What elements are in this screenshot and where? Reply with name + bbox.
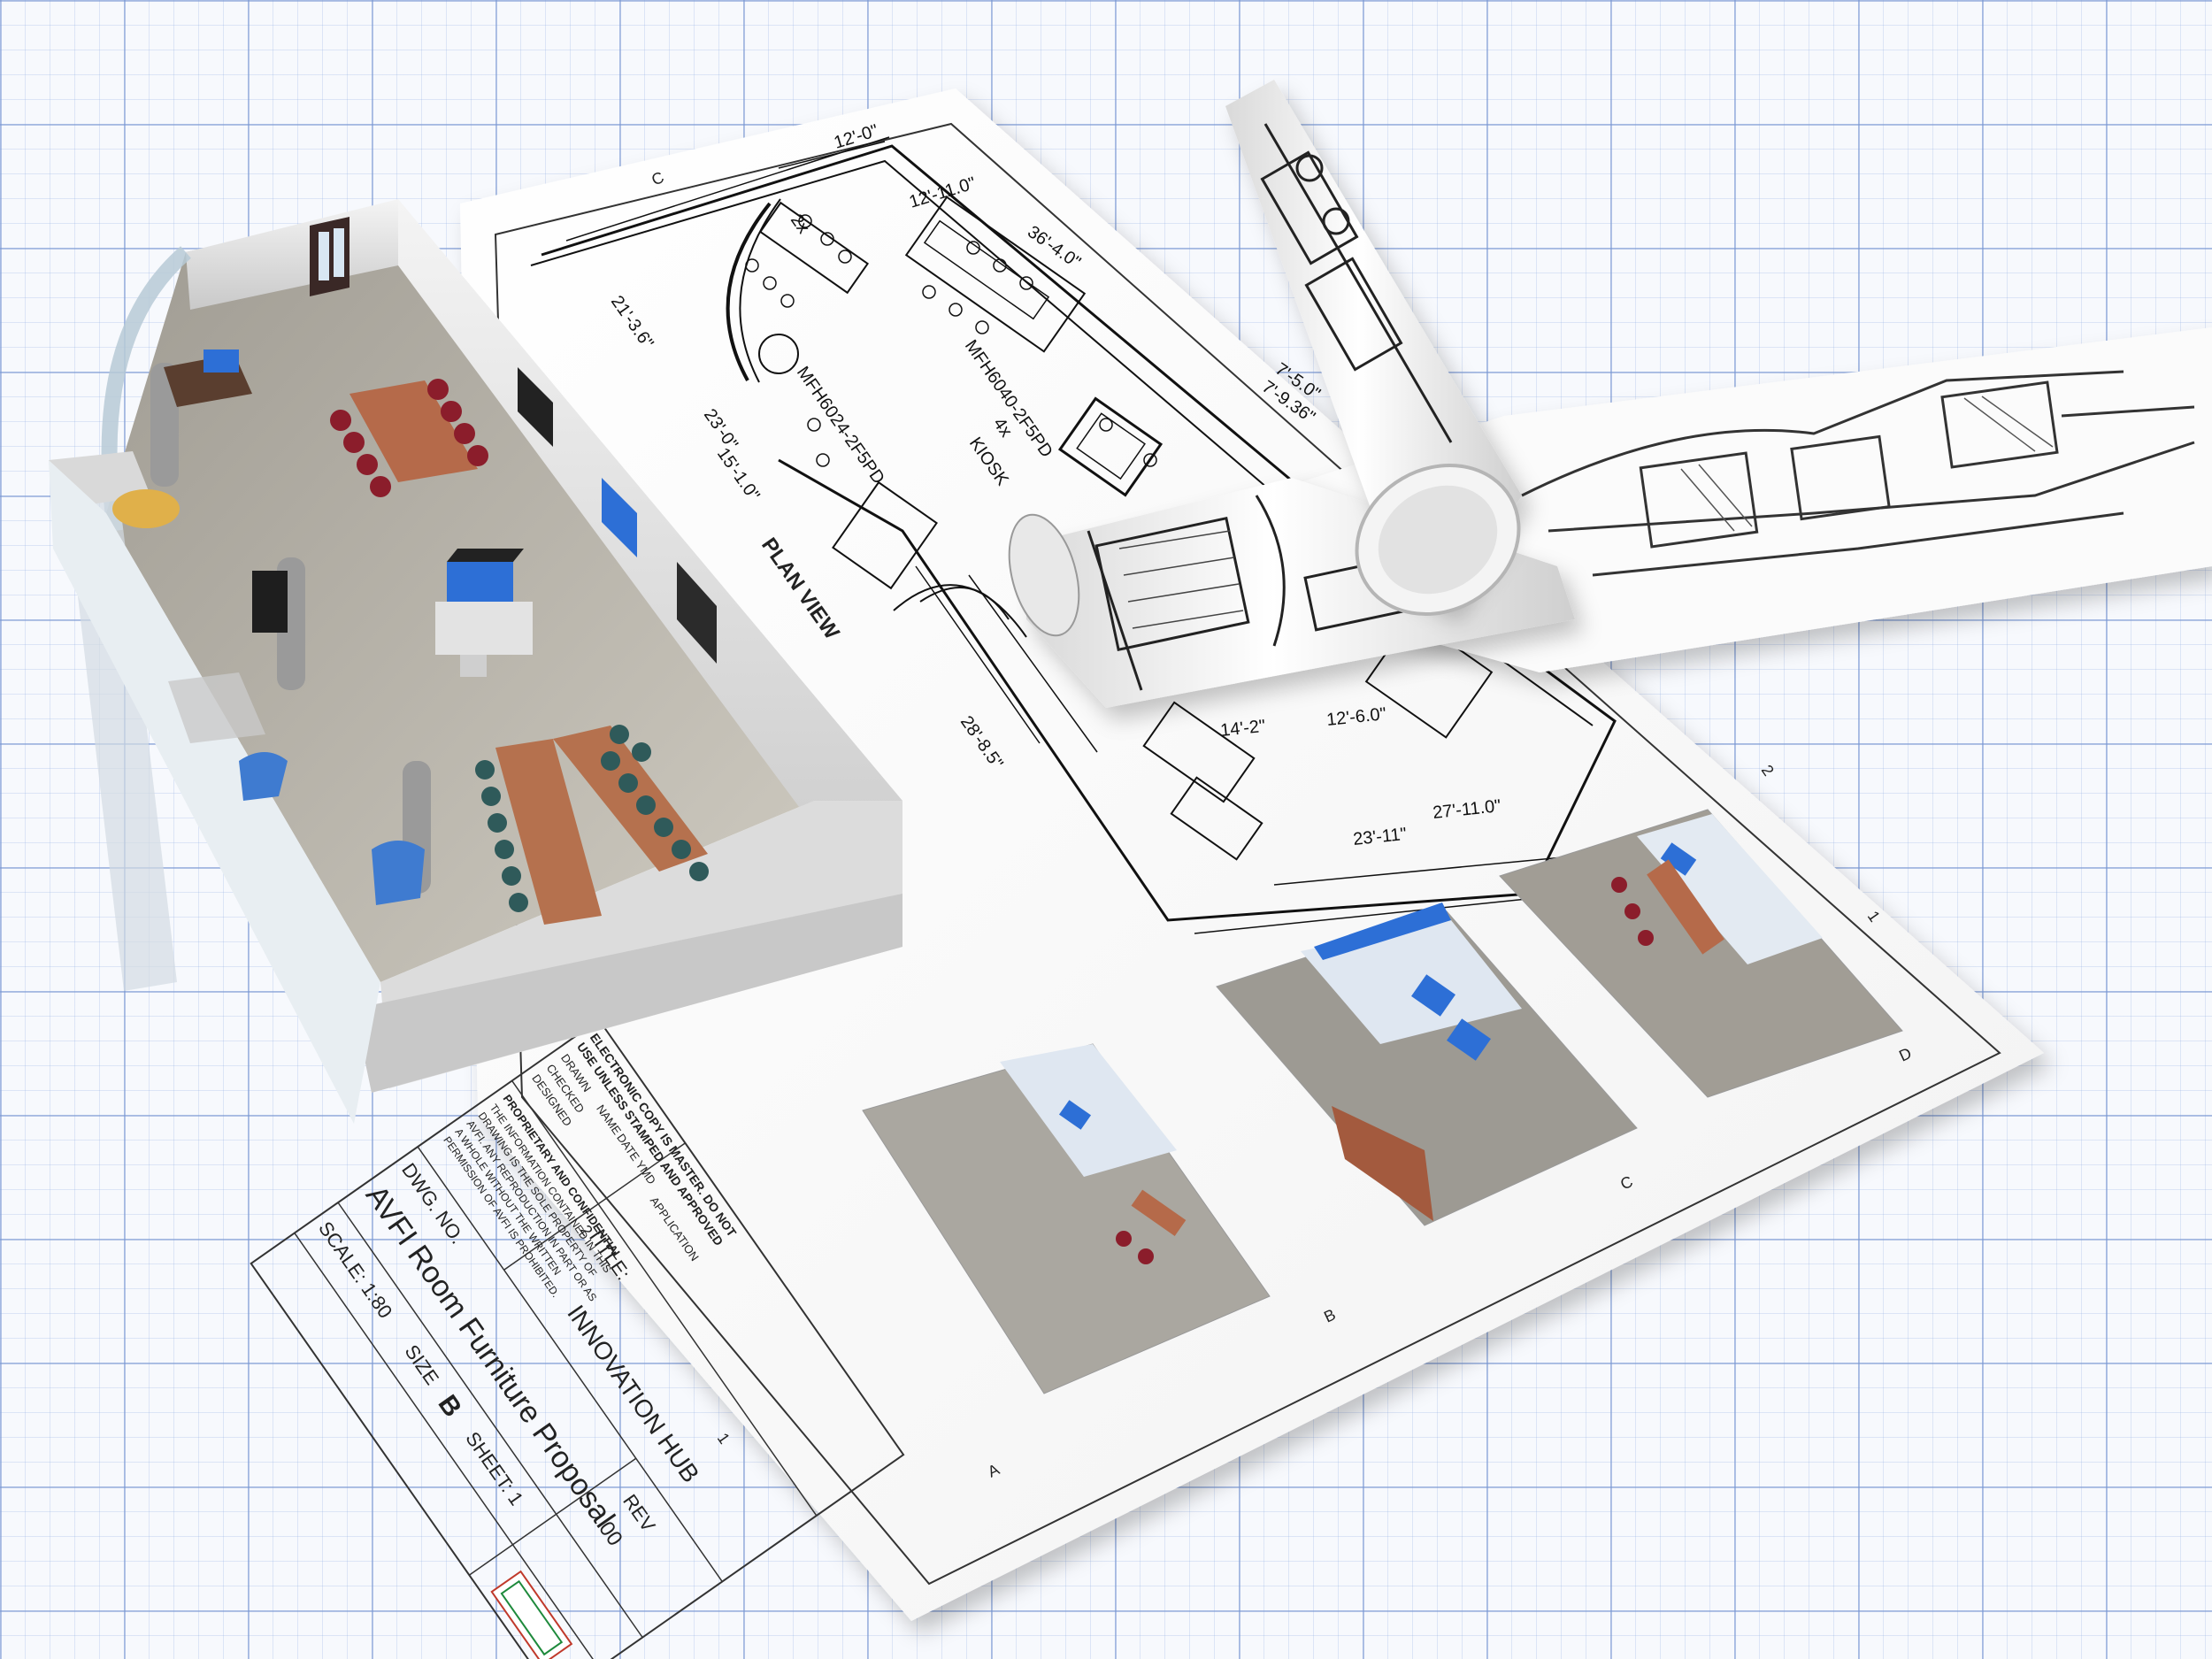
size-label: SIZE [400,1340,443,1388]
size-value: B [433,1390,467,1423]
round-table [112,489,180,528]
desk-monitor [204,349,239,373]
rev-label: REV [618,1490,660,1536]
kiosk [447,562,513,602]
scene: 12'-0" 12'-11.0" 36'-4.0" 21'-3.6" 7'-9.… [49,80,2212,1659]
approval-stamp [490,1570,573,1659]
zone-number: 2 [1758,762,1778,780]
lounge-chair [372,841,425,905]
sheet-label: SHEET: 1 [461,1427,527,1509]
tv-screen [252,571,288,633]
zone-number: 1 [714,1430,733,1448]
